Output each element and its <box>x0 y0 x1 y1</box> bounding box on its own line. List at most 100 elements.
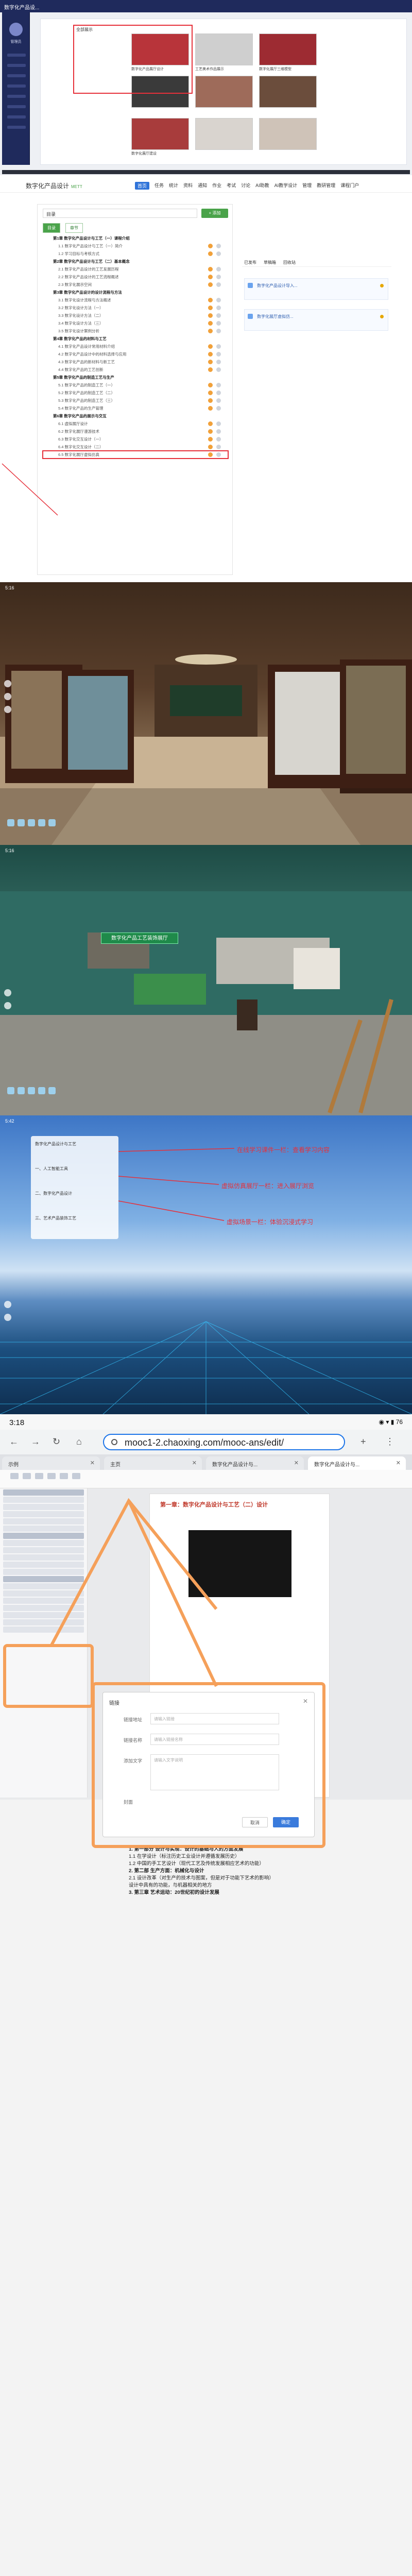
music-icon[interactable] <box>28 1087 35 1094</box>
more-icon[interactable] <box>216 391 221 395</box>
task-point-icon[interactable] <box>208 321 213 326</box>
more-icon[interactable] <box>216 306 221 310</box>
task-point-icon[interactable] <box>208 445 213 449</box>
vr-sky-scene[interactable]: 5:42 数字化产品设计与工艺 一、人工智能工具 二、数字化产品设计 三、艺术产… <box>0 1115 412 1414</box>
nav-item[interactable]: 讨论 <box>241 182 250 190</box>
nav-item[interactable]: 资料 <box>183 182 193 190</box>
share-icon[interactable] <box>38 819 45 826</box>
sidebar-item[interactable] <box>7 126 26 129</box>
nav-item[interactable]: 课程门户 <box>340 182 359 190</box>
outline-item[interactable]: 3.5 数字化设计案例分析 <box>43 327 228 335</box>
task-point-icon[interactable] <box>208 282 213 287</box>
task-point-icon[interactable] <box>208 437 213 442</box>
vr-hall-scene-1[interactable]: 5:16 <box>0 582 412 845</box>
outline-item[interactable]: 1.1 数字化产品设计与工艺（一）简介 <box>43 242 228 250</box>
task-point-icon[interactable] <box>208 398 213 403</box>
more-icon[interactable] <box>216 429 221 434</box>
sidebar-item[interactable] <box>7 115 26 118</box>
more-icon[interactable] <box>216 282 221 287</box>
nav-item[interactable]: 教研管理 <box>317 182 335 190</box>
new-tab-icon[interactable]: + <box>360 1436 366 1447</box>
task-point-icon[interactable] <box>208 306 213 310</box>
task-point-icon[interactable] <box>208 421 213 426</box>
hud-button[interactable] <box>4 1314 11 1321</box>
outline-item[interactable]: 2.2 数字化产品设计的工艺流程概述 <box>43 273 228 281</box>
sidebar-item[interactable] <box>7 74 26 77</box>
nav-item[interactable]: 作业 <box>212 182 221 190</box>
gallery-card[interactable] <box>259 118 317 157</box>
task-point-icon[interactable] <box>208 313 213 318</box>
hud-button[interactable] <box>4 680 11 687</box>
outline-item[interactable]: 5.3 数字化产品的制造工艺（三） <box>43 397 228 404</box>
task-point-icon[interactable] <box>208 352 213 357</box>
more-icon[interactable] <box>216 421 221 426</box>
task-point-icon[interactable] <box>208 275 213 279</box>
more-icon[interactable] <box>216 367 221 372</box>
vr-hall-scene-2[interactable]: 5:16 数字化产品工艺装饰展厅 <box>0 845 412 1115</box>
outline-chapter[interactable]: 第2章 数字化产品设计与工艺（二）基本概念 <box>43 258 228 265</box>
more-icon[interactable] <box>216 321 221 326</box>
add-button[interactable]: + 添加 <box>201 209 228 218</box>
outline-item[interactable]: 5.1 数字化产品的制造工艺（一） <box>43 381 228 389</box>
outline-item[interactable]: 6.4 数字化交互设计（二） <box>43 443 228 451</box>
outline-item[interactable]: 4.3 数字化产品的新材料与新工艺 <box>43 358 228 366</box>
task-point-icon[interactable] <box>208 244 213 248</box>
outline-item[interactable]: 1.2 学习目标与考核方式 <box>43 250 228 258</box>
avatar[interactable] <box>9 23 23 36</box>
outline-item[interactable]: 4.4 数字化产品的工艺创新 <box>43 366 228 374</box>
share-icon[interactable] <box>38 1087 45 1094</box>
more-icon[interactable] <box>216 398 221 403</box>
gallery-card[interactable] <box>195 118 253 157</box>
task-point-icon[interactable] <box>208 360 213 364</box>
more-icon[interactable] <box>216 383 221 387</box>
menu-icon[interactable]: ⋮ <box>385 1436 394 1447</box>
sidebar-item[interactable] <box>7 95 26 98</box>
outline-item[interactable]: 3.2 数字化设计方法（一） <box>43 304 228 312</box>
close-icon[interactable]: ✕ <box>90 1460 95 1466</box>
outline-chapter[interactable]: 第1章 数字化产品设计与工艺（一）课程介绍 <box>43 234 228 242</box>
reload-icon[interactable]: ↻ <box>53 1436 60 1447</box>
nav-item[interactable]: 统计 <box>169 182 178 190</box>
map-icon[interactable] <box>18 1087 25 1094</box>
outline-item[interactable]: 2.3 数字化展示空间 <box>43 281 228 289</box>
more-icon[interactable] <box>216 267 221 272</box>
settings-icon[interactable] <box>48 819 56 826</box>
music-icon[interactable] <box>28 819 35 826</box>
gallery-card[interactable]: 数字化展厅建设 <box>131 118 189 157</box>
side-tab[interactable]: 已发布 <box>244 260 256 265</box>
close-icon[interactable]: ✕ <box>294 1460 299 1466</box>
sidebar-item[interactable] <box>7 64 26 67</box>
outline-chapter[interactable]: 第5章 数字化产品的制造工艺与生产 <box>43 374 228 381</box>
home-icon[interactable] <box>7 1087 14 1094</box>
resource-card[interactable]: 数字化展厅虚拟仿... <box>244 309 388 331</box>
outline-item[interactable]: 3.3 数字化设计方法（二） <box>43 312 228 319</box>
hud-button[interactable] <box>4 989 11 996</box>
nav-item[interactable]: 首页 <box>135 182 150 190</box>
search-input[interactable]: 目录 <box>43 209 197 218</box>
gallery-card[interactable] <box>195 76 253 115</box>
outline-item[interactable]: 4.1 数字化产品设计常用材料介绍 <box>43 343 228 350</box>
sidebar-item[interactable] <box>7 84 26 88</box>
gallery-card[interactable]: 数字化展厅三维模型 <box>259 33 317 73</box>
task-point-icon[interactable] <box>208 367 213 372</box>
outline-chapter[interactable]: 第3章 数字化产品设计的设计流程与方法 <box>43 289 228 296</box>
task-point-icon[interactable] <box>208 391 213 395</box>
resource-card[interactable]: 数字化产品设计导入... <box>244 278 388 300</box>
side-tab[interactable]: 回收站 <box>283 260 296 265</box>
more-icon[interactable] <box>216 437 221 442</box>
hud-button[interactable] <box>4 706 11 713</box>
outline-item[interactable]: 6.1 虚拟展厅设计 <box>43 420 228 428</box>
task-point-icon[interactable] <box>208 383 213 387</box>
outline-item[interactable]: 6.5 数字化展厅虚拟仿真 <box>42 450 229 459</box>
browser-tab-active[interactable]: 数字化产品设计与... ✕ <box>308 1456 406 1470</box>
map-icon[interactable] <box>18 819 25 826</box>
nav-item[interactable]: 通知 <box>198 182 207 190</box>
outline-item[interactable]: 5.4 数字化产品的生产管理 <box>43 404 228 412</box>
more-icon[interactable] <box>216 445 221 449</box>
home-icon[interactable] <box>7 819 14 826</box>
hud-button[interactable] <box>4 693 11 700</box>
tab-chapter[interactable]: 章节 <box>65 223 83 233</box>
browser-tab[interactable]: 数字化产品设计与... ✕ <box>206 1456 304 1470</box>
close-icon[interactable]: ✕ <box>192 1460 197 1466</box>
nav-item[interactable]: 任务 <box>154 182 164 190</box>
